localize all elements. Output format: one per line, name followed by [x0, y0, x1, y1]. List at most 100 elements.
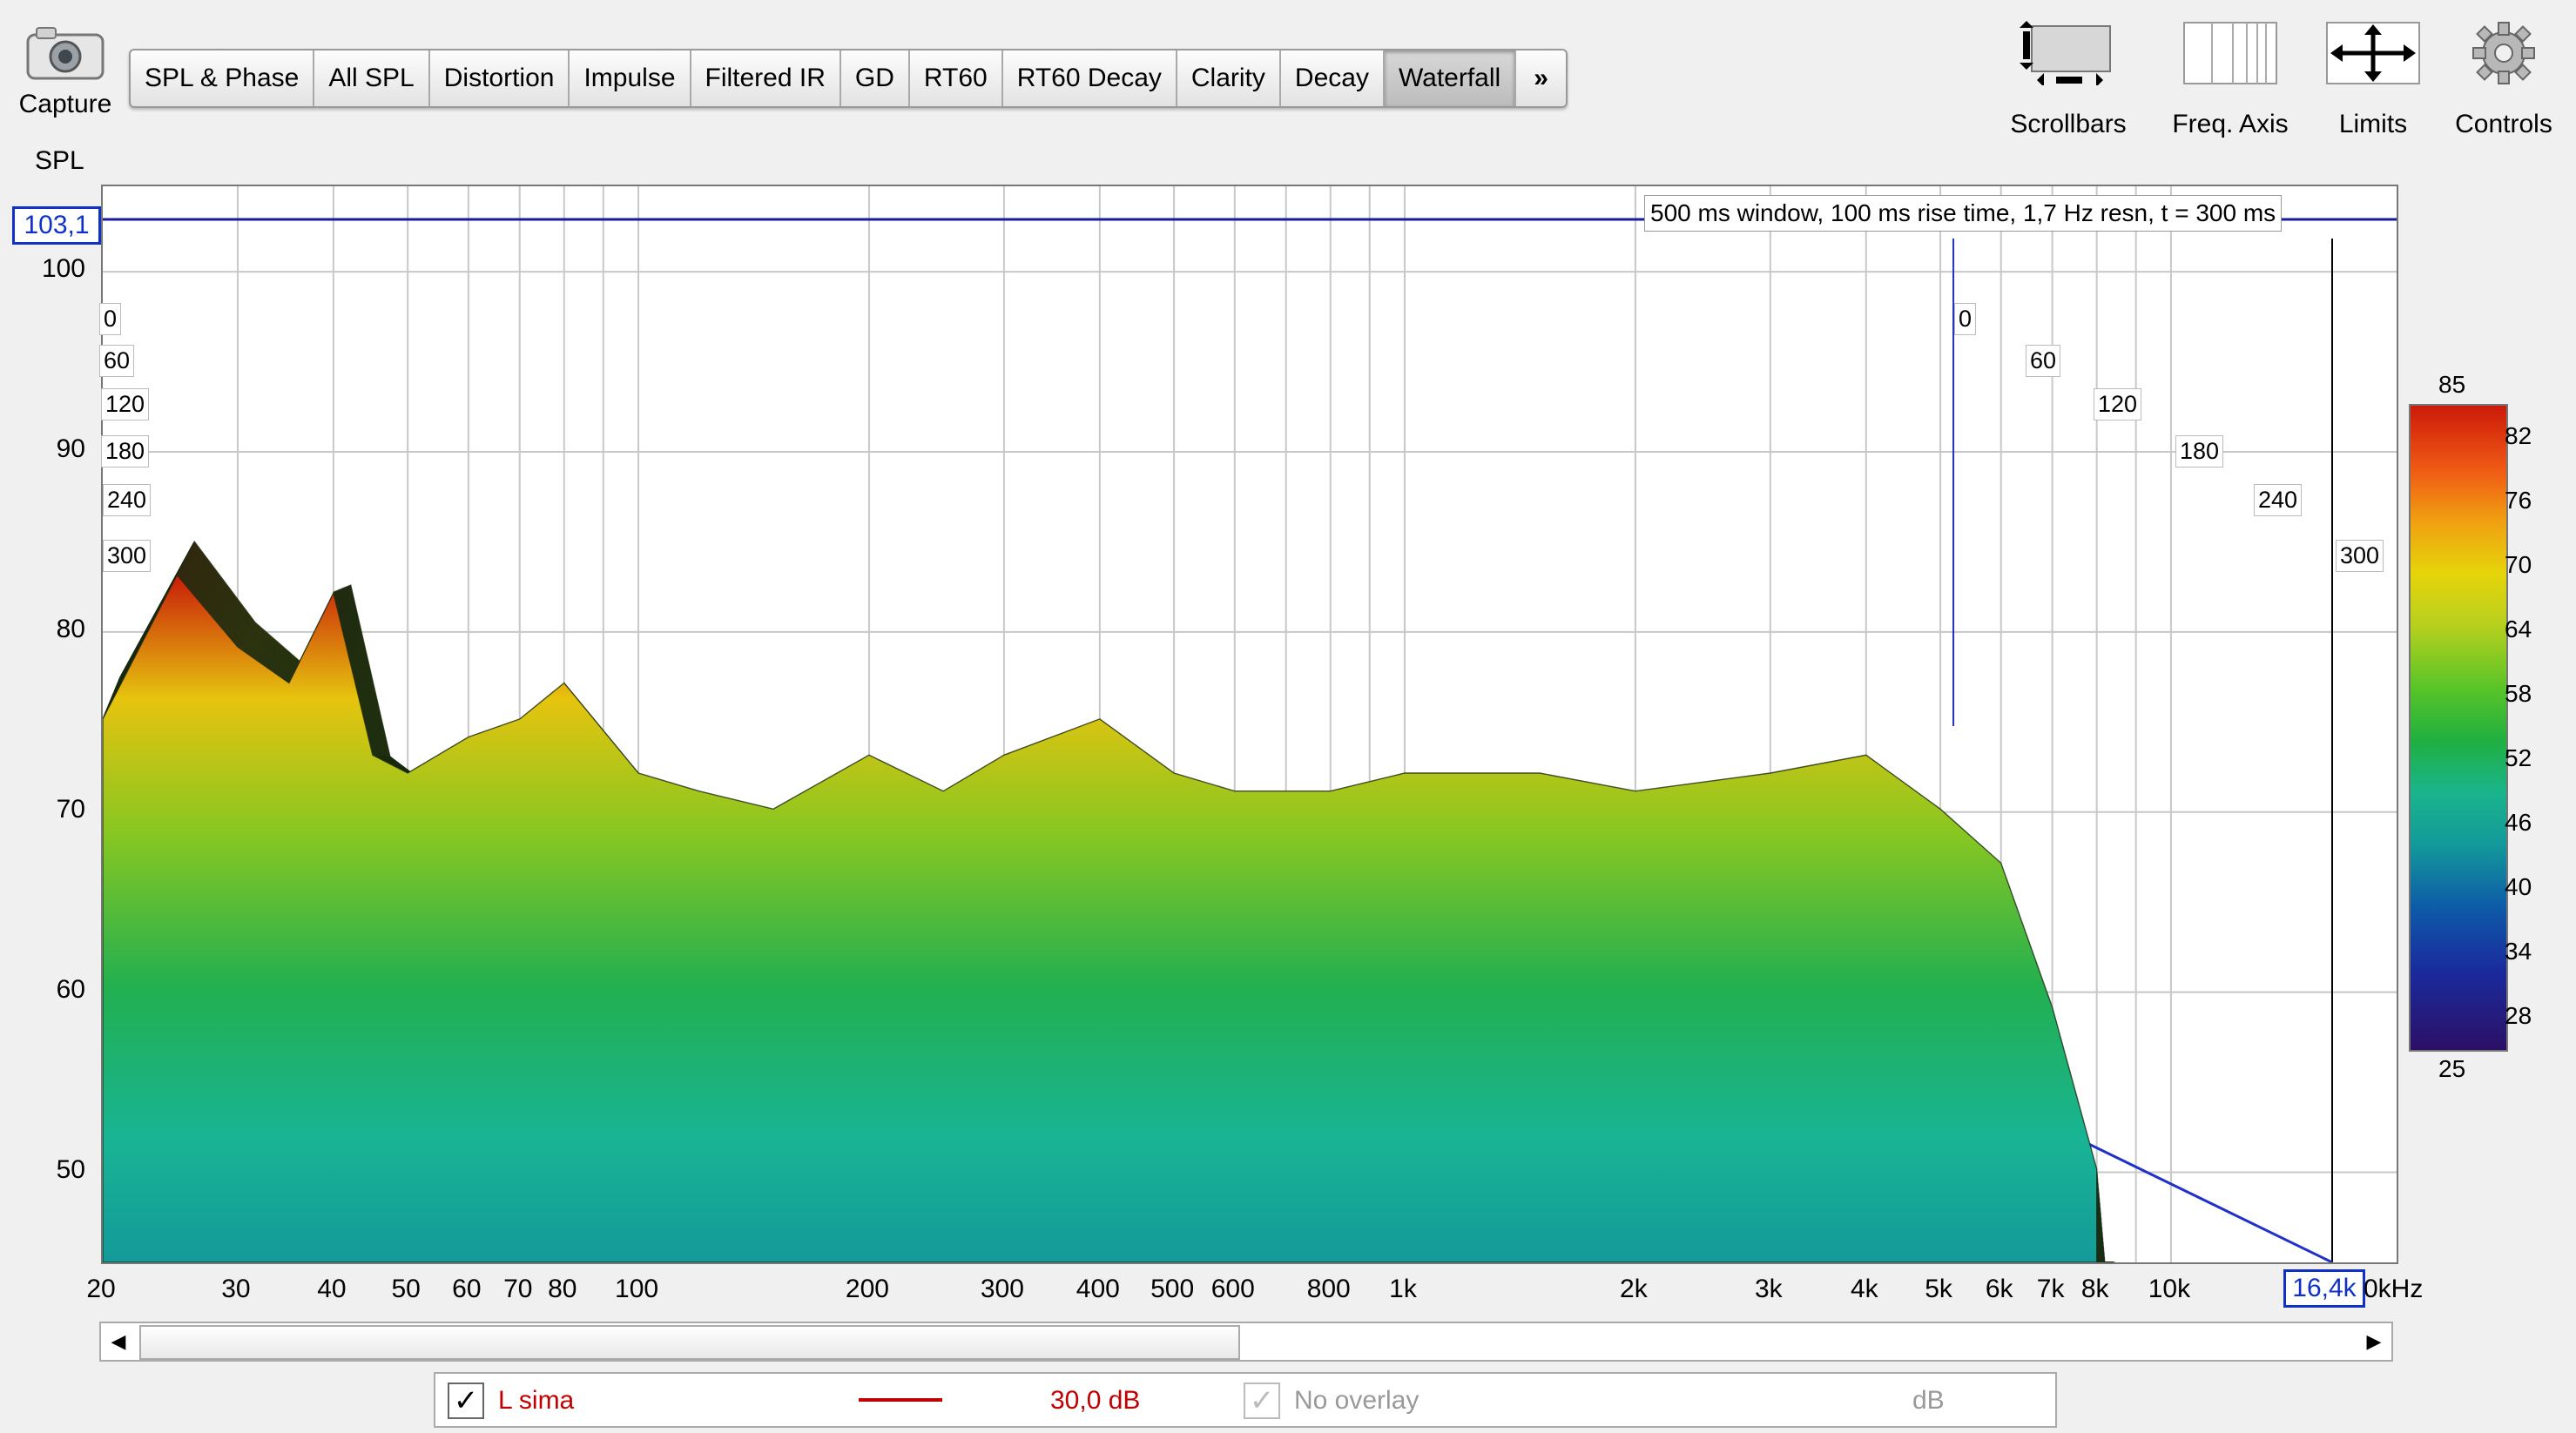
- limits-label: Limits: [2338, 110, 2408, 138]
- overlay-label: No overlay: [1294, 1386, 1419, 1415]
- y-tick-label: 100: [41, 254, 85, 284]
- freq-axis-button[interactable]: Freq. Axis: [2156, 17, 2304, 139]
- x-tick-label: 1k: [1389, 1275, 1417, 1303]
- scrollbars-icon: [2020, 21, 2111, 85]
- colorbar-max: 85: [2438, 371, 2466, 398]
- x-tick-label: 20: [86, 1275, 116, 1303]
- colorbar-tick-label: 70: [2505, 551, 2532, 578]
- y-tick-label: 50: [56, 1154, 85, 1184]
- color-scale-bar: [2409, 404, 2508, 1052]
- colorbar-tick-label: 40: [2505, 873, 2532, 900]
- time-label-right: 300: [2336, 540, 2384, 572]
- time-label-left: 120: [101, 388, 150, 420]
- x-tick-label: 60: [452, 1275, 482, 1303]
- scrollbars-button[interactable]: Scrollbars: [1994, 17, 2142, 139]
- x-tick-label: 7k: [2036, 1275, 2065, 1303]
- colorbar-tick-label: 28: [2505, 1002, 2532, 1029]
- floor-axis-line: [2070, 1134, 2333, 1262]
- colorbar-tick-label: 82: [2505, 422, 2532, 449]
- colorbar-tick-label: 52: [2505, 744, 2532, 771]
- x-tick-label: 400: [1076, 1275, 1120, 1303]
- horizontal-scrollbar[interactable]: ◀ ▶: [99, 1322, 2393, 1362]
- x-tick-label: 70: [503, 1275, 533, 1303]
- x-tick-label: 300: [980, 1275, 1024, 1303]
- overlay-checkbox[interactable]: ✓: [1244, 1383, 1280, 1419]
- limits-button[interactable]: Limits: [2308, 17, 2438, 139]
- waterfall-slices: [103, 540, 2115, 1262]
- tab-rt60-decay[interactable]: RT60 Decay: [1003, 50, 1177, 106]
- time-label-right: 120: [2094, 388, 2142, 420]
- x-tick-label: 100: [615, 1275, 659, 1303]
- capture-button[interactable]: Capture: [9, 17, 122, 131]
- x-tick-label: 2k: [1620, 1275, 1648, 1303]
- time-label-right: 60: [2026, 345, 2061, 377]
- x-tick-label: 800: [1306, 1275, 1351, 1303]
- tab-spl-phase[interactable]: SPL & Phase: [131, 50, 315, 106]
- tab-waterfall[interactable]: Waterfall: [1384, 50, 1517, 106]
- series-line-swatch: [859, 1398, 942, 1402]
- colorbar-tick-label: 58: [2505, 680, 2532, 707]
- time-label-left: 60: [99, 345, 135, 377]
- limits-icon: [2326, 22, 2420, 84]
- x-tick-label: 50: [391, 1275, 421, 1303]
- controls-button[interactable]: Controls: [2438, 17, 2569, 139]
- overlay-unit: dB: [1912, 1386, 1945, 1415]
- tab-gd[interactable]: GD: [841, 50, 910, 106]
- scrollbars-label: Scrollbars: [2010, 110, 2127, 138]
- x-tick-label: 6k: [1985, 1275, 2013, 1303]
- controls-label: Controls: [2455, 110, 2552, 138]
- tab-distortion[interactable]: Distortion: [430, 50, 570, 106]
- time-label-left: 300: [103, 540, 152, 572]
- y-axis-top-value[interactable]: 103,1: [12, 206, 101, 245]
- time-label-right: 0: [1954, 303, 1977, 335]
- y-tick-label: 90: [56, 434, 85, 464]
- tab-all-spl[interactable]: All SPL: [314, 50, 430, 106]
- x-tick-label: 5k: [1925, 1275, 1952, 1303]
- y-axis-title: SPL: [35, 146, 84, 175]
- tab-impulse[interactable]: Impulse: [570, 50, 691, 106]
- time-label-right: 240: [2254, 484, 2303, 516]
- scroll-right-arrow-icon[interactable]: ▶: [2357, 1323, 2391, 1360]
- x-tick-label: 8k: [2080, 1275, 2109, 1303]
- graph-tab-bar: SPL & Phase All SPL Distortion Impulse Filte…: [129, 49, 1568, 108]
- scrollbar-thumb[interactable]: [139, 1325, 1240, 1360]
- camera-icon: [26, 27, 105, 80]
- time-label-left: 180: [101, 435, 150, 468]
- x-tick-label: 3k: [1754, 1275, 1783, 1303]
- y-tick-label: 70: [56, 794, 85, 824]
- series-offset[interactable]: 30,0 dB: [1050, 1386, 1140, 1416]
- scroll-left-arrow-icon[interactable]: ◀: [101, 1323, 136, 1360]
- x-tick-label: 10k: [2148, 1275, 2191, 1303]
- tab-filtered-ir[interactable]: Filtered IR: [691, 50, 841, 106]
- colorbar-min: 25: [2438, 1055, 2466, 1082]
- x-axis-end-value[interactable]: 16,4k: [2283, 1269, 2365, 1308]
- tab-clarity[interactable]: Clarity: [1177, 50, 1281, 106]
- capture-label: Capture: [18, 90, 112, 118]
- time-label-left: 0: [99, 303, 122, 335]
- gear-icon: [2472, 22, 2535, 84]
- tab-decay[interactable]: Decay: [1281, 50, 1385, 106]
- x-tick-label: 600: [1210, 1275, 1255, 1303]
- colorbar-tick-label: 34: [2505, 938, 2532, 965]
- x-tick-label: 4k: [1850, 1275, 1878, 1303]
- y-tick-label: 80: [56, 614, 85, 643]
- time-label-left: 240: [103, 484, 152, 516]
- colorbar-tick-label: 46: [2505, 809, 2532, 836]
- tab-rt60[interactable]: RT60: [910, 50, 1003, 106]
- series-name: L sima: [498, 1386, 575, 1415]
- freq-axis-label: Freq. Axis: [2172, 110, 2289, 138]
- x-tick-label: 80: [548, 1275, 577, 1303]
- analysis-info-banner: 500 ms window, 100 ms rise time, 1,7 Hz …: [1644, 195, 2283, 232]
- time-label-right: 180: [2175, 435, 2224, 468]
- measurement-legend: ✓ L sima 30,0 dB ✓ No overlay dB: [434, 1372, 2057, 1428]
- series-visible-checkbox[interactable]: ✓: [448, 1383, 484, 1419]
- x-tick-label: 200: [845, 1275, 889, 1303]
- x-tick-label: 30: [221, 1275, 251, 1303]
- y-tick-label: 60: [56, 974, 85, 1004]
- colorbar-tick-label: 64: [2505, 616, 2532, 642]
- more-tabs-button[interactable]: »: [1516, 50, 1566, 106]
- frequency-axis-icon: [2183, 22, 2277, 84]
- x-tick-label: 500: [1150, 1275, 1195, 1303]
- colorbar-tick-label: 76: [2505, 487, 2532, 514]
- x-axis-unit: 0kHz: [2364, 1275, 2424, 1303]
